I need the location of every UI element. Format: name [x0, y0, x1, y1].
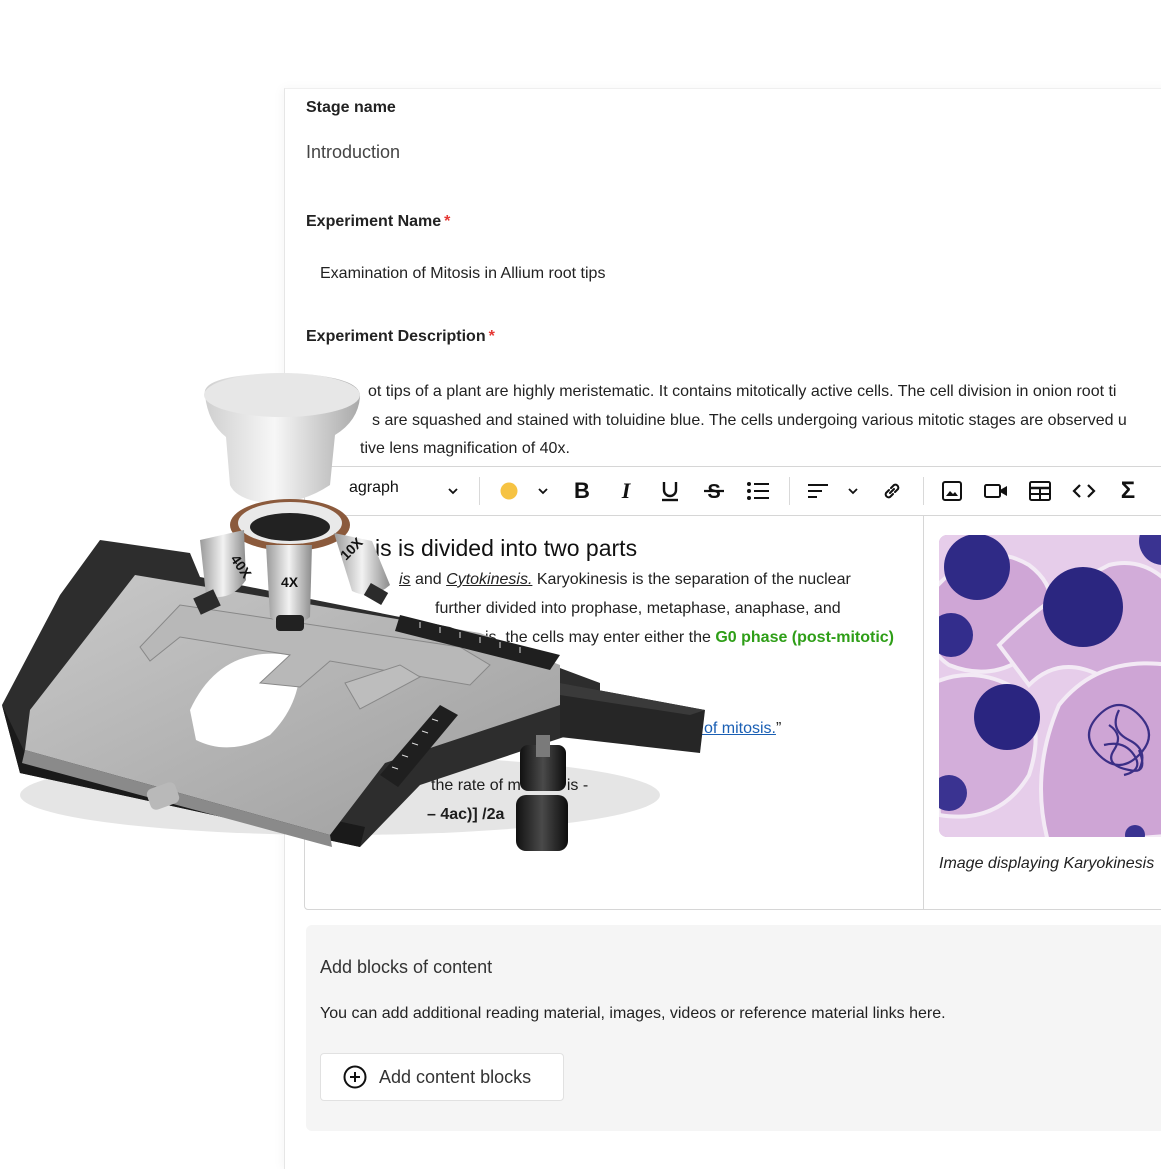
add-blocks-panel: Add blocks of content You can add additi…	[306, 925, 1161, 1131]
required-mark: *	[488, 328, 495, 345]
experiment-name-label: Experiment Name *	[306, 213, 451, 230]
plus-circle-icon	[343, 1065, 367, 1089]
sigma-icon[interactable]: Σ	[1115, 477, 1141, 505]
experiment-name-field[interactable]: Examination of Mitosis in Allium root ti…	[320, 265, 605, 283]
table-icon[interactable]	[1027, 477, 1053, 505]
experiment-description-label: Experiment Description *	[306, 328, 495, 345]
stage-name-label: Stage name	[306, 99, 396, 116]
video-icon[interactable]	[983, 477, 1009, 505]
chevron-down-icon[interactable]	[841, 477, 865, 505]
code-icon[interactable]	[1071, 477, 1097, 505]
microscope-illustration: 40X 4X 10X	[0, 365, 720, 865]
required-mark: *	[444, 213, 451, 230]
add-blocks-description: You can add additional reading material,…	[320, 1005, 946, 1022]
image-icon[interactable]	[939, 477, 965, 505]
image-caption: Image displaying Karyokinesis	[939, 855, 1155, 872]
bullet-list-icon[interactable]	[745, 477, 771, 505]
karyokinesis-image[interactable]	[939, 535, 1161, 837]
stage-name-value[interactable]: Introduction	[306, 142, 400, 163]
add-content-blocks-button[interactable]: Add content blocks	[320, 1053, 564, 1101]
link-icon[interactable]	[879, 477, 905, 505]
add-blocks-title: Add blocks of content	[320, 957, 493, 977]
objective-label: 4X	[281, 574, 299, 590]
add-content-blocks-label: Add content blocks	[379, 1066, 532, 1087]
align-icon[interactable]	[805, 477, 831, 505]
